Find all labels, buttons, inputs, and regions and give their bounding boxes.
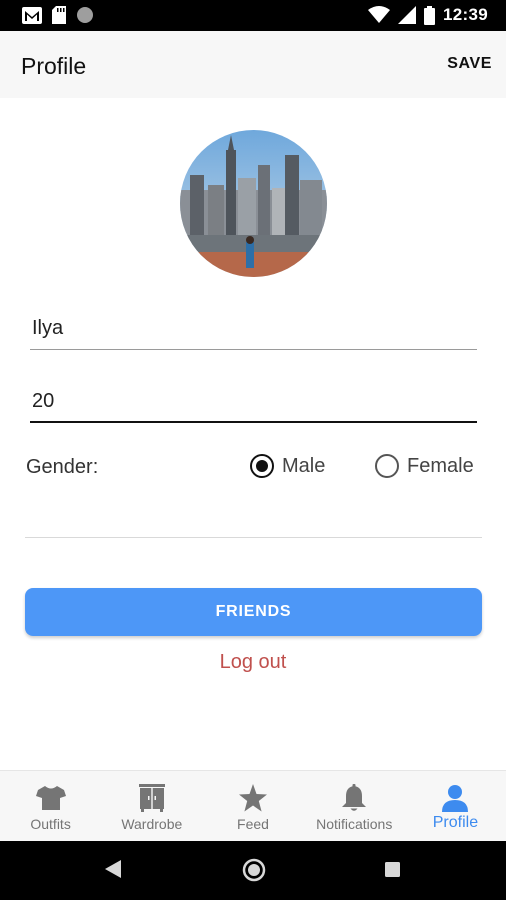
sync-circle-icon bbox=[77, 7, 93, 23]
battery-icon bbox=[424, 5, 436, 25]
wardrobe-icon bbox=[137, 783, 167, 813]
nav-item-wardrobe[interactable]: Wardrobe bbox=[101, 771, 202, 841]
nav-label-wardrobe: Wardrobe bbox=[121, 816, 183, 832]
divider bbox=[25, 537, 482, 538]
back-icon[interactable] bbox=[104, 859, 122, 879]
radio-checked-icon bbox=[250, 454, 274, 478]
app-bar: Profile SAVE bbox=[0, 31, 506, 98]
gmail-icon bbox=[22, 6, 42, 24]
avatar[interactable] bbox=[180, 130, 327, 277]
nav-label-profile: Profile bbox=[432, 814, 479, 831]
recents-icon[interactable] bbox=[384, 861, 401, 878]
nav-item-feed[interactable]: Feed bbox=[202, 771, 303, 841]
radio-label-male: Male bbox=[282, 454, 326, 477]
sd-card-icon bbox=[52, 6, 66, 24]
gender-label: Gender: bbox=[26, 456, 99, 478]
wifi-icon bbox=[368, 6, 391, 23]
star-icon bbox=[238, 783, 268, 813]
radio-label-female: Female bbox=[407, 454, 474, 477]
save-button[interactable]: SAVE bbox=[447, 55, 492, 73]
radio-unchecked-icon bbox=[375, 454, 399, 478]
nav-label-notifications: Notifications bbox=[316, 816, 393, 832]
cell-signal-icon bbox=[398, 6, 417, 24]
bottom-nav: Outfits Wardrobe Feed Notifications Prof… bbox=[0, 770, 506, 841]
clock: 12:39 bbox=[443, 5, 488, 24]
avatar-photo bbox=[180, 130, 327, 277]
gender-radio-male[interactable]: Male bbox=[250, 454, 325, 478]
nav-label-feed: Feed bbox=[237, 816, 269, 832]
status-bar: 12:39 bbox=[0, 0, 506, 31]
name-field[interactable] bbox=[30, 308, 477, 350]
shirt-icon bbox=[35, 783, 66, 813]
gender-radio-female[interactable]: Female bbox=[375, 454, 474, 478]
nav-item-outfits[interactable]: Outfits bbox=[0, 771, 101, 841]
age-field[interactable] bbox=[30, 381, 477, 423]
person-icon bbox=[440, 783, 470, 813]
nav-item-notifications[interactable]: Notifications bbox=[304, 771, 405, 841]
home-icon[interactable] bbox=[242, 858, 266, 882]
system-nav-bar bbox=[0, 841, 506, 900]
bell-icon bbox=[339, 783, 369, 813]
page-title: Profile bbox=[21, 53, 87, 79]
nav-label-outfits: Outfits bbox=[30, 816, 71, 832]
logout-link[interactable]: Log out bbox=[0, 651, 506, 674]
friends-button[interactable]: FRIENDS bbox=[25, 588, 482, 636]
nav-item-profile[interactable]: Profile bbox=[405, 771, 506, 841]
